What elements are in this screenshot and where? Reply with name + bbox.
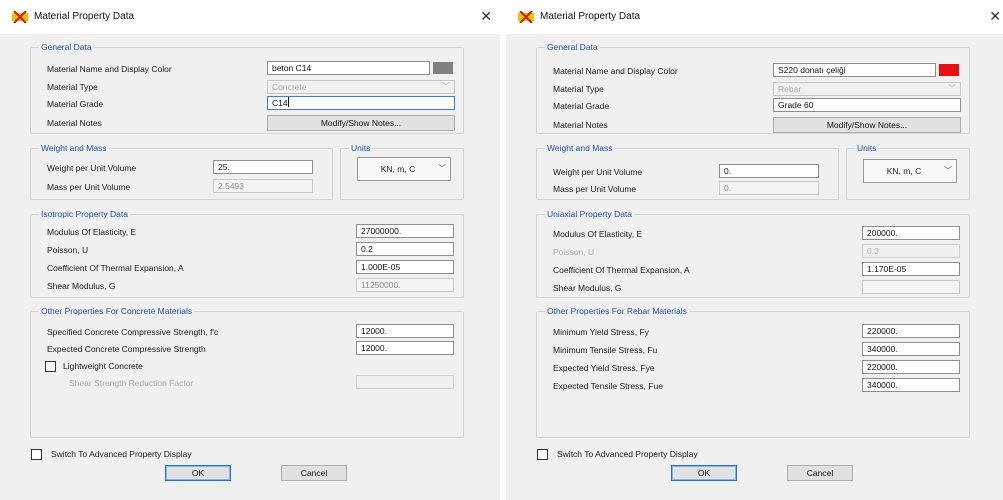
- material-type-value: Rebar: [778, 84, 802, 94]
- units-legend: Units: [349, 143, 373, 154]
- modulus-elasticity-label: Modulus Of Elasticity, E: [553, 229, 643, 239]
- chevron-down-icon: ﹀: [442, 82, 450, 91]
- title-bar[interactable]: Material Property Data ✕: [0, 0, 500, 34]
- poisson-label: Poisson, U: [553, 247, 595, 257]
- app-icon: [12, 11, 28, 23]
- expected-tensile-stress-label: Expected Tensile Stress, Fue: [553, 381, 663, 391]
- close-icon[interactable]: ✕: [989, 8, 1001, 24]
- expected-yield-stress-input[interactable]: 220000.: [862, 360, 960, 374]
- window-title: Material Property Data: [34, 11, 135, 22]
- material-grade-label: Material Grade: [553, 101, 610, 111]
- mass-per-unit-volume-input: 2.5493: [213, 179, 313, 193]
- chevron-down-icon: ﹀: [438, 164, 446, 173]
- material-name-label: Material Name and Display Color: [47, 64, 172, 74]
- shear-strength-factor-input: [356, 375, 454, 389]
- advanced-display-checkbox[interactable]: [537, 449, 548, 460]
- units-value: KN, m, C: [380, 164, 416, 174]
- min-yield-stress-label: Minimum Yield Stress, Fy: [553, 327, 649, 337]
- poisson-input: 0.3: [862, 244, 960, 258]
- window-title: Material Property Data: [540, 11, 641, 22]
- weight-per-unit-volume-label: Weight per Unit Volume: [47, 163, 137, 173]
- property-data-legend: Uniaxial Property Data: [545, 209, 635, 220]
- thermal-expansion-label: Coefficient Of Thermal Expansion, A: [553, 265, 690, 275]
- material-name-input[interactable]: S220 donatı çeliği: [773, 63, 936, 77]
- material-property-dialog-rebar: Material Property Data ✕ General Data Ma…: [506, 0, 1003, 500]
- poisson-input[interactable]: 0.2: [356, 242, 454, 256]
- weight-mass-legend: Weight and Mass: [545, 143, 615, 154]
- thermal-expansion-input[interactable]: 1.170E-05: [862, 262, 960, 276]
- expected-fc-label: Expected Concrete Compressive Strength: [47, 344, 206, 354]
- weight-mass-legend: Weight and Mass: [39, 143, 109, 154]
- modulus-elasticity-input[interactable]: 200000.: [862, 226, 960, 240]
- app-icon: [518, 11, 534, 23]
- expected-fc-input[interactable]: 12000.: [356, 341, 454, 355]
- material-notes-label: Material Notes: [47, 118, 102, 128]
- specified-fc-label: Specified Concrete Compressive Strength,…: [47, 327, 219, 337]
- property-data-legend: Isotropic Property Data: [39, 209, 130, 220]
- mass-per-unit-volume-label: Mass per Unit Volume: [47, 182, 131, 192]
- material-grade-value: C14: [272, 98, 288, 108]
- material-name-input[interactable]: beton C14: [267, 61, 430, 75]
- material-grade-input[interactable]: C14: [267, 96, 455, 110]
- expected-tensile-stress-input[interactable]: 340000.: [862, 378, 960, 392]
- material-type-label: Material Type: [47, 82, 98, 92]
- cancel-button[interactable]: Cancel: [787, 465, 853, 481]
- general-data-legend: General Data: [545, 42, 600, 53]
- material-type-select[interactable]: Rebar ﹀: [773, 82, 961, 96]
- material-property-dialog-concrete: Material Property Data ✕ General Data Ma…: [0, 0, 500, 500]
- units-legend: Units: [855, 143, 879, 154]
- expected-yield-stress-label: Expected Yield Stress, Fye: [553, 363, 655, 373]
- close-icon[interactable]: ✕: [480, 8, 492, 24]
- display-color-swatch[interactable]: [939, 64, 959, 76]
- poisson-label: Poisson, U: [47, 245, 89, 255]
- title-bar[interactable]: Material Property Data ✕: [506, 0, 1003, 34]
- shear-modulus-label: Shear Modulus, G: [47, 281, 116, 291]
- mass-per-unit-volume-input: 0.: [719, 181, 819, 195]
- modify-show-notes-button[interactable]: Modify/Show Notes...: [267, 115, 455, 131]
- lightweight-concrete-label: Lightweight Concrete: [63, 361, 143, 371]
- weight-per-unit-volume-input[interactable]: 0.: [719, 164, 819, 178]
- chevron-down-icon: ﹀: [944, 166, 952, 175]
- advanced-display-label: Switch To Advanced Property Display: [557, 449, 698, 459]
- modulus-elasticity-label: Modulus Of Elasticity, E: [47, 227, 137, 237]
- thermal-expansion-input[interactable]: 1.000E-05: [356, 260, 454, 274]
- general-data-legend: General Data: [39, 42, 94, 53]
- shear-modulus-input: 11250000.: [356, 278, 454, 292]
- other-properties-legend: Other Properties For Rebar Materials: [545, 306, 689, 317]
- advanced-display-label: Switch To Advanced Property Display: [51, 449, 192, 459]
- ok-button[interactable]: OK: [671, 465, 737, 481]
- min-tensile-stress-input[interactable]: 340000.: [862, 342, 960, 356]
- material-notes-label: Material Notes: [553, 120, 608, 130]
- display-color-swatch[interactable]: [433, 62, 453, 74]
- thermal-expansion-label: Coefficient Of Thermal Expansion, A: [47, 263, 184, 273]
- shear-modulus-label: Shear Modulus, G: [553, 283, 622, 293]
- weight-per-unit-volume-input[interactable]: 25.: [213, 160, 313, 174]
- material-type-value: Concrete: [272, 82, 307, 92]
- ok-button[interactable]: OK: [165, 465, 231, 481]
- min-tensile-stress-label: Minimum Tensile Stress, Fu: [553, 345, 658, 355]
- chevron-down-icon: ﹀: [948, 84, 956, 93]
- min-yield-stress-input[interactable]: 220000.: [862, 324, 960, 338]
- material-name-label: Material Name and Display Color: [553, 66, 678, 76]
- material-grade-input[interactable]: Grade 60: [773, 98, 961, 112]
- material-grade-label: Material Grade: [47, 99, 104, 109]
- lightweight-concrete-checkbox[interactable]: [45, 361, 56, 372]
- units-select[interactable]: KN, m, C ﹀: [357, 157, 451, 181]
- material-type-select[interactable]: Concrete ﹀: [267, 80, 455, 94]
- units-select[interactable]: KN, m, C ﹀: [863, 159, 957, 183]
- modulus-elasticity-input[interactable]: 27000000.: [356, 224, 454, 238]
- advanced-display-checkbox[interactable]: [31, 449, 42, 460]
- other-properties-legend: Other Properties For Concrete Materials: [39, 306, 195, 317]
- shear-strength-factor-label: Shear Strength Reduction Factor: [69, 378, 194, 388]
- cancel-button[interactable]: Cancel: [281, 465, 347, 481]
- weight-per-unit-volume-label: Weight per Unit Volume: [553, 167, 643, 177]
- specified-fc-input[interactable]: 12000.: [356, 324, 454, 338]
- shear-modulus-input: [862, 280, 960, 294]
- units-value: KN, m, C: [886, 166, 922, 176]
- mass-per-unit-volume-label: Mass per Unit Volume: [553, 184, 637, 194]
- material-type-label: Material Type: [553, 84, 604, 94]
- modify-show-notes-button[interactable]: Modify/Show Notes...: [773, 117, 961, 133]
